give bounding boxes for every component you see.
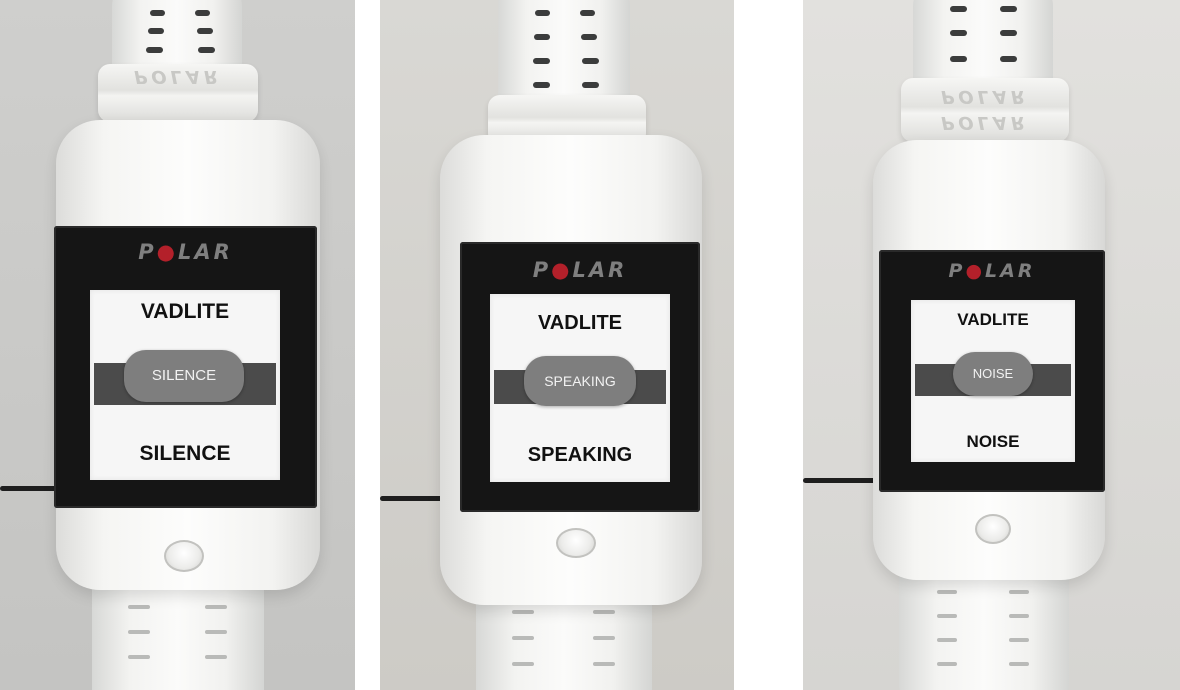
strap-groove [128,630,150,634]
brand-logo: P●LAR [138,240,233,264]
watch-button[interactable] [164,540,204,572]
watch-screen: VADLITE NOISE NOISE [911,300,1075,462]
strap-groove [937,590,957,594]
strap-groove [937,662,957,666]
strap-groove [205,605,227,609]
status-popup-label: SILENCE [151,367,217,384]
strap-groove [512,662,534,666]
strap-hole [146,47,163,53]
watch-photo-silence: POLAR P●LAR VADLITE SILENCE SILENCE [0,0,355,690]
display-bezel: P●LAR VADLITE SILENCE SILENCE [54,226,317,508]
strap-hole [581,34,597,40]
strap-hole [198,47,215,53]
watch-screen: VADLITE SPEAKING SPEAKING [490,294,670,482]
strap-groove [512,636,534,640]
display-bezel: P●LAR VADLITE NOISE NOISE [879,250,1105,492]
status-value: SILENCE [139,442,231,465]
strap-hole [950,30,967,36]
brand-logo: P●LAR [948,260,1036,282]
watch-photo-noise: POLAR POLAR P●LAR VADLITE NOISE NOISE [803,0,1180,690]
display-bezel: P●LAR VADLITE SPEAKING SPEAKING [460,242,700,512]
strap-groove [1009,638,1029,642]
strap-hole [195,10,210,16]
strap-groove [128,605,150,609]
status-popup: SPEAKING [524,356,636,406]
strap-groove [593,610,615,614]
strap-hole [1000,6,1017,12]
strap-groove [205,655,227,659]
screen-title: VADLITE [537,312,623,334]
status-value: SPEAKING [527,444,633,466]
strap-hole [150,10,165,16]
strap-hole [950,6,967,12]
strap-hole [580,10,595,16]
strap-keeper: POLAR POLAR [901,78,1069,142]
strap-groove [1009,590,1029,594]
watch-button[interactable] [556,528,596,558]
watch-photo-speaking: P●LAR VADLITE SPEAKING SPEAKING [380,0,734,690]
watch-button[interactable] [975,514,1011,544]
watch-screen: VADLITE SILENCE SILENCE [90,290,280,480]
strap-hole [533,58,550,64]
status-value: NOISE [966,432,1020,451]
strap-groove [593,662,615,666]
strap-keeper: POLAR [98,64,258,122]
strap-groove [937,638,957,642]
strap-hole [148,28,164,34]
strap-groove [1009,662,1029,666]
strap-hole [582,58,599,64]
strap-groove [512,610,534,614]
charging-cable [803,478,883,483]
brand-logo: P●LAR [532,258,628,282]
status-popup-label: NOISE [972,366,1014,381]
strap-groove [205,630,227,634]
keeper-logo: POLAR [134,66,222,87]
strap-hole [1000,56,1017,62]
screen-title: VADLITE [140,300,230,323]
strap-groove [593,636,615,640]
keeper-logo: POLAR [941,86,1029,107]
strap-hole [535,10,550,16]
strap-hole [950,56,967,62]
screen-title: VADLITE [957,310,1029,329]
strap-groove [128,655,150,659]
strap-groove [937,614,957,618]
status-popup: NOISE [953,352,1033,396]
status-popup-label: SPEAKING [544,373,616,389]
strap-groove [1009,614,1029,618]
strap-hole [197,28,213,34]
strap-hole [1000,30,1017,36]
strap-hole [534,34,550,40]
keeper-logo: POLAR [941,112,1029,133]
strap-hole [533,82,550,88]
strap-hole [582,82,599,88]
status-popup: SILENCE [124,350,244,402]
